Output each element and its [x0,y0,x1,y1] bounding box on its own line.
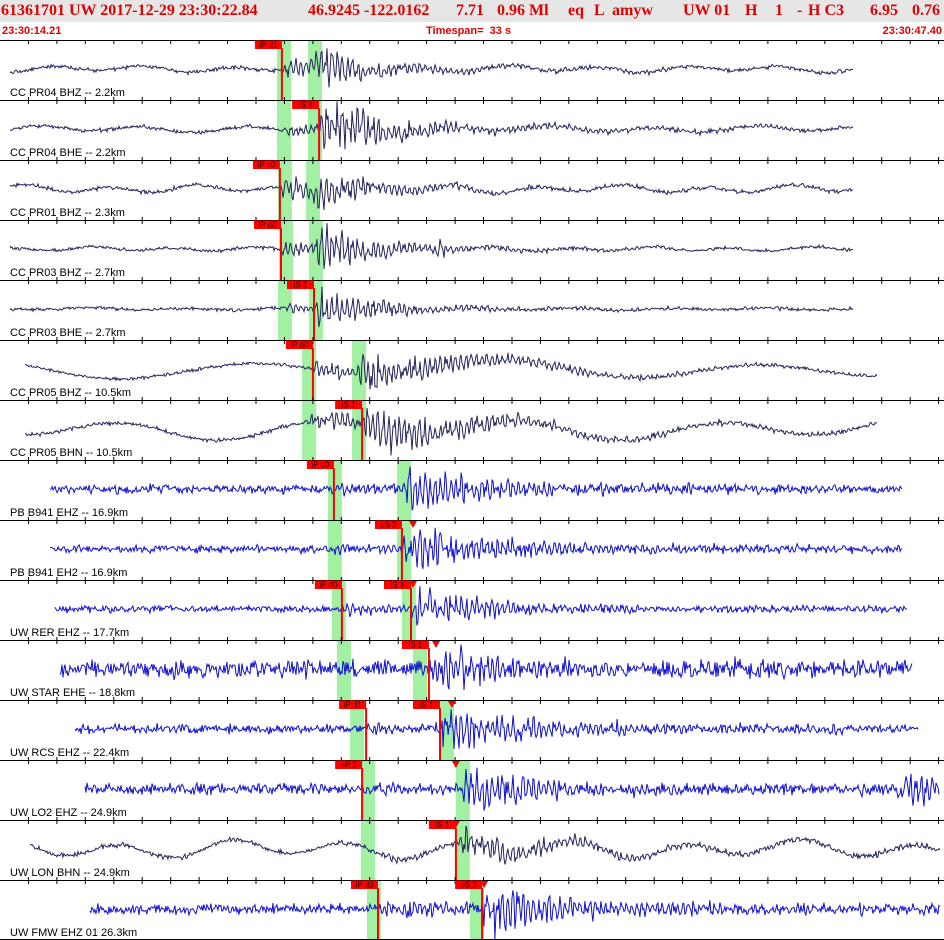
pick-label: iP d1 [259,41,278,50]
pick-label: iP d0 [290,341,309,350]
station-label: CC PR04 BHE -- 2.2km [10,147,126,159]
waveform-trace [59,644,913,691]
trace-panel: iS 1CC PR05 BHN -- 10.5km [0,397,944,460]
station-label: UW LO2 EHZ -- 24.9km [10,807,127,819]
pick-label: iP d0 [355,881,374,890]
waveform-trace [9,286,854,328]
origin-depth: 7.71 [456,2,484,19]
trace-panel: iP c0 CC PR01 BHZ -- 2.3km [0,157,944,220]
waveform-trace [9,48,854,88]
pick-label: eP 2 [340,761,357,770]
waveform-trace [84,767,940,811]
trace-panel: iP d1 iS 1 UW RCS EHZ -- 22.4km [0,697,944,760]
waveform-trace [89,890,941,940]
station-label: PB B941 EH2 -- 16.9km [10,567,127,579]
pick-label: iP d1 [344,701,363,710]
trace-panel: eP 2 UW LO2 EHZ -- 24.9km [0,757,944,820]
pick-label: iS 1 [299,101,313,110]
trace-panel: iP c0 PB B941 EHZ -- 16.9km [0,457,944,520]
predicted-s-window [413,641,427,700]
predicted-s-window [308,221,323,280]
waveform-trace [49,527,903,569]
predicted-s-window [306,161,320,220]
pick-label: iS 1 [391,581,405,590]
waveform-trace [9,176,854,211]
pick-label: iP c0 [258,161,276,170]
trace-panel: iS 1UW STAR EHE -- 18.8km [0,637,944,700]
event-source: UW 01 [683,2,731,19]
waveform-trace [54,586,908,626]
waveform-trace [9,223,854,270]
station-label: CC PR03 BHE -- 2.7km [10,327,126,339]
station-label: CC PR03 BHZ -- 2.7km [10,267,125,279]
seismogram-panels: iP d1 CC PR04 BHZ -- 2.2km iS 1 CC PR04 BHE… [0,40,944,940]
station-label: UW RCS EHZ -- 22.4km [10,747,129,759]
event-field-dash: - [797,2,803,19]
pick-label: iS 1 [294,281,308,290]
magnitude: 0.96 Ml [497,2,549,19]
waveform-trace [25,352,878,390]
arrival-marker [432,641,440,648]
trace-panel: iP d0 iS 1 UW RER EHZ -- 17.7km [0,577,944,640]
trace-panel: iP d1 CC PR04 BHZ -- 2.2km [0,40,944,100]
pick-label: iP c0 [312,461,330,470]
trace-panel: iS 1 CC PR04 BHE -- 2.2km [0,97,944,160]
event-summary-bar: 61361701 UW 2017-12-29 23:30:22.84 46.92… [0,0,944,22]
pick-label: iS 1 [420,701,434,710]
window-end-time: 23:30:47.40 [882,25,942,37]
pick-label: iP d0 [319,581,338,590]
pick-label: iS 1 [342,401,356,410]
waveform-trace [49,466,903,511]
station-label: CC PR04 BHZ -- 2.2km [10,87,125,99]
epicenter-lat-lon: 46.9245 -122.0162 [308,2,430,19]
pick-label: eS 2 [380,521,397,530]
window-start-time: 23:30:14.21 [2,25,62,37]
station-label: UW FMW EHZ 01 26.3km [10,927,137,939]
event-field-h: H [745,2,758,19]
trace-panel: eS 2 PB B941 EH2 -- 16.9km [0,517,944,580]
timespan-label: Timespan= 33 s [426,25,512,37]
trace-panel: iP d0 CC PR03 BHZ -- 2.7km [0,217,944,280]
waveform-trace [29,825,941,866]
time-window-bar: 23:30:14.21 Timespan= 33 s 23:30:47.40 [0,22,944,40]
predicted-p-window [277,281,292,340]
trace-panel: iP d0 eS 2 UW FMW EHZ 01 26.3km [0,877,944,940]
pick-label: iS 1 [436,821,450,830]
event-type: eq [568,2,584,19]
trace-panel: iS 1 CC PR03 BHE -- 2.7km [0,277,944,340]
event-field-value-b: 0.76 [912,2,940,19]
waveform-trace [24,407,878,456]
event-id-origin-time: 61361701 UW 2017-12-29 23:30:22.84 [1,2,258,19]
waveform-trace [9,101,854,150]
event-field-version: 1 [775,2,783,19]
pick-label: iS 1 [409,641,423,650]
event-flag: L [594,2,605,19]
trace-panel: iP d0CC PR05 BHZ -- 10.5km [0,337,944,400]
pick-label: eS 2 [460,881,477,890]
station-label: CC PR01 BHZ -- 2.3km [10,207,125,219]
station-label: UW RER EHZ -- 17.7km [10,627,129,639]
event-field-hc3: H C3 [808,2,844,19]
predicted-s-window [397,461,412,520]
predicted-p-window [302,401,317,460]
event-field-value-a: 6.95 [870,2,898,19]
pick-label: iP d0 [258,221,277,230]
analyst-id: amyw [612,2,653,19]
waveform-trace [74,709,919,750]
station-label: PB B941 EHZ -- 16.9km [10,507,128,519]
predicted-s-window [352,401,367,460]
trace-panel: iS 1UW LON BHN -- 24.9km [0,817,944,880]
